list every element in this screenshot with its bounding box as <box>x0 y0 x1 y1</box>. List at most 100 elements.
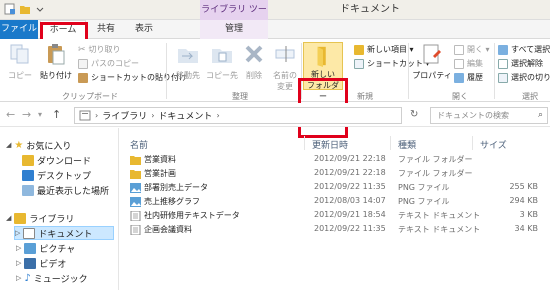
file-row[interactable]: 社内研修用テキストデータ 2012/09/21 18:54 テキスト ドキュメン… <box>124 210 544 222</box>
collapse-arrow-icon: ▷ <box>16 274 22 282</box>
paste-label: 貼り付け <box>40 71 72 80</box>
star-icon: ★ <box>14 139 24 151</box>
refresh-icon[interactable]: ↻ <box>410 109 418 120</box>
nav-desktop[interactable]: デスクトップ <box>22 168 91 182</box>
properties-button[interactable]: プロパティ <box>412 42 452 81</box>
open-group-label: 開く <box>452 92 468 101</box>
recent-locations-icon[interactable]: ▾ <box>38 110 42 119</box>
address-box[interactable]: › ライブラリ › ドキュメント › <box>74 107 402 124</box>
nav-downloads[interactable]: ダウンロード <box>22 153 91 167</box>
new-item-button[interactable]: 新しい項目 ▾ <box>354 44 414 55</box>
tab-file[interactable]: ファイル <box>0 20 38 39</box>
nav-recent-places[interactable]: 最近表示した場所 <box>22 183 109 197</box>
properties-icon[interactable] <box>4 3 16 15</box>
tab-manage[interactable]: 管理 <box>200 20 268 39</box>
file-date: 2012/09/21 18:54 <box>314 210 386 219</box>
nav-music[interactable]: ▷ ♪ ミュージック <box>16 271 88 285</box>
up-arrow-icon[interactable]: ↑ <box>52 108 61 121</box>
file-row[interactable]: 部署別売上データ 2012/09/22 11:35 PNG ファイル 255 K… <box>124 182 544 194</box>
nav-videos[interactable]: ▷ ビデオ <box>16 256 66 270</box>
libraries-icon <box>14 212 27 224</box>
new-group-label: 新規 <box>357 92 373 101</box>
nav-documents[interactable]: ▷ ドキュメント <box>14 226 114 240</box>
search-input[interactable]: ドキュメントの検索 ⌕ <box>430 107 548 124</box>
invert-selection-button[interactable]: 選択の切り <box>498 72 550 83</box>
select-all-label: すべて選択 <box>511 45 550 54</box>
new-folder-icon[interactable] <box>19 3 31 15</box>
column-header-name[interactable]: 名前 <box>130 138 148 151</box>
column-header-date[interactable]: 更新日時 <box>312 138 348 151</box>
pictures-icon <box>24 242 37 254</box>
column-divider[interactable] <box>304 136 305 150</box>
image-icon <box>130 197 141 207</box>
music-icon: ♪ <box>24 272 31 284</box>
file-type: PNG ファイル <box>398 183 450 192</box>
navigation-pane: ◢ ★ お気に入り ダウンロード デスクトップ 最近表示した場所 ◢ ライブラリ… <box>0 128 118 290</box>
collapse-arrow-icon: ▷ <box>16 244 22 252</box>
select-none-button[interactable]: 選択解除 <box>498 58 543 69</box>
forward-arrow-icon[interactable]: → <box>22 108 31 121</box>
edit-icon <box>454 58 464 69</box>
column-header-size[interactable]: サイズ <box>480 138 507 151</box>
copy-button[interactable]: コピー <box>8 42 32 81</box>
open-label: 開く ▾ <box>467 45 490 54</box>
file-date: 2012/09/21 22:18 <box>314 154 386 163</box>
paste-button[interactable]: 貼り付け <box>38 42 74 81</box>
copy-path-icon <box>78 58 88 69</box>
folder-icon <box>130 170 141 179</box>
copy-to-button[interactable]: コピー先 <box>206 42 238 81</box>
column-header-type[interactable]: 種類 <box>398 138 416 151</box>
copy-path-label: パスのコピー <box>91 59 139 68</box>
file-date: 2012/08/03 14:07 <box>314 196 386 205</box>
cut-button[interactable]: ✂ 切り取り <box>78 44 121 55</box>
nav-pictures[interactable]: ▷ ピクチャ <box>16 241 75 255</box>
file-type: テキスト ドキュメント <box>398 211 481 220</box>
image-icon <box>130 183 141 193</box>
nav-favorites[interactable]: ◢ ★ お気に入り <box>6 138 71 152</box>
ribbon: コピー 貼り付け ✂ 切り取り パスのコピー ショートカットの貼り付け クリップ… <box>0 39 550 138</box>
library-icon <box>79 110 91 121</box>
paste-shortcut-button[interactable]: ショートカットの貼り付け <box>78 72 187 83</box>
new-item-label: 新しい項目 ▾ <box>367 45 414 54</box>
file-name: 部署別売上データ <box>144 183 208 192</box>
documents-icon <box>23 227 36 239</box>
open-button[interactable]: 開く ▾ <box>454 44 490 55</box>
search-placeholder: ドキュメントの検索 <box>437 111 509 120</box>
tab-view[interactable]: 表示 <box>126 20 162 39</box>
file-size: 294 KB <box>509 196 538 205</box>
edit-button[interactable]: 編集 <box>454 58 483 69</box>
tab-share[interactable]: 共有 <box>88 20 124 39</box>
nav-documents-label: ドキュメント <box>38 229 93 240</box>
file-date: 2012/09/22 11:35 <box>314 224 386 233</box>
copy-path-button[interactable]: パスのコピー <box>78 58 139 69</box>
file-row[interactable]: 営業資料 2012/09/21 22:18 ファイル フォルダー <box>124 154 544 166</box>
search-icon: ⌕ <box>537 110 543 120</box>
copy-label: コピー <box>8 71 32 80</box>
history-button[interactable]: 履歴 <box>454 72 483 83</box>
rename-button[interactable]: 名前の 変更 <box>270 42 300 92</box>
scissors-icon: ✂ <box>78 44 86 55</box>
chevron-down-icon[interactable] <box>34 3 46 15</box>
breadcrumb-libraries[interactable]: ライブラリ <box>102 109 147 122</box>
nav-libraries[interactable]: ◢ ライブラリ <box>6 211 74 225</box>
new-item-icon <box>354 44 364 55</box>
history-label: 履歴 <box>467 73 483 82</box>
invert-selection-label: 選択の切り <box>511 73 550 82</box>
column-divider[interactable] <box>472 136 473 150</box>
back-arrow-icon[interactable]: ← <box>6 108 15 121</box>
column-divider[interactable] <box>390 136 391 150</box>
organize-group-label: 整理 <box>232 92 248 101</box>
move-to-button[interactable]: 移動先 <box>172 42 204 81</box>
file-type: ファイル フォルダー <box>398 155 473 164</box>
group-separator <box>494 43 495 99</box>
file-row[interactable]: 営業計画 2012/09/21 22:18 ファイル フォルダー <box>124 168 544 180</box>
delete-button[interactable]: 削除 <box>240 42 268 81</box>
breadcrumb-documents[interactable]: ドキュメント <box>158 109 212 122</box>
file-row[interactable]: 売上推移グラフ 2012/08/03 14:07 PNG ファイル 294 KB <box>124 196 544 208</box>
group-separator <box>166 43 167 99</box>
file-row[interactable]: 企画会議資料 2012/09/22 11:35 テキスト ドキュメント 34 K… <box>124 224 544 236</box>
library-tools-context-label: ライブラリ ツール <box>200 0 268 35</box>
pane-splitter[interactable] <box>118 128 119 290</box>
move-to-icon <box>178 49 198 63</box>
select-all-button[interactable]: すべて選択 <box>498 44 550 55</box>
